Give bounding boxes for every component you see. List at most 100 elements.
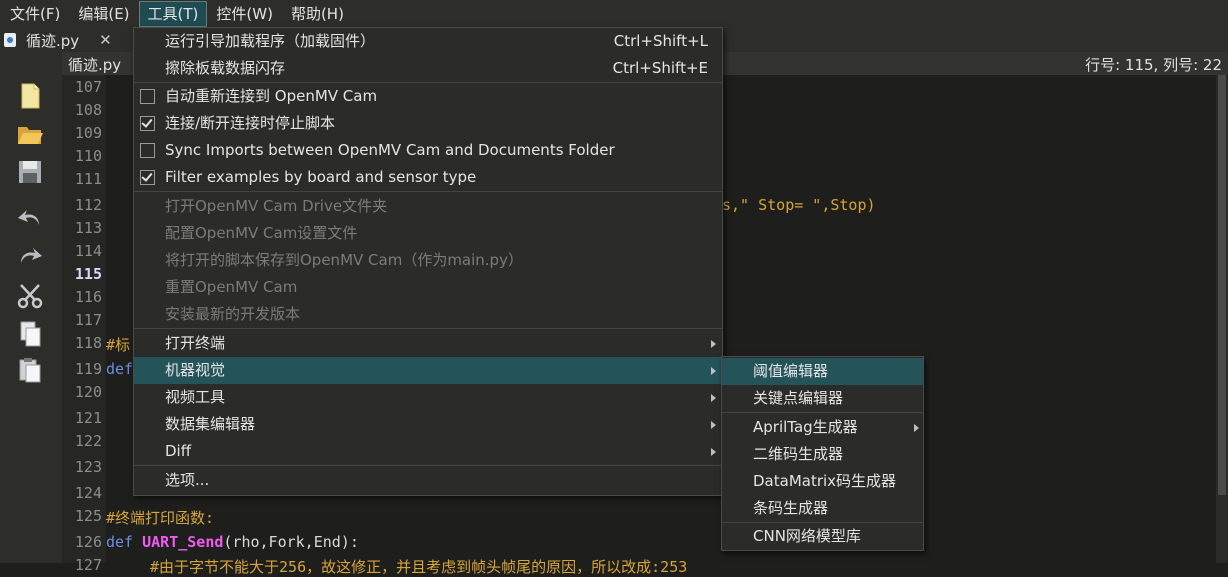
line-number: 112 [74,196,102,214]
menu-separator [134,465,722,466]
line-number: 108 [74,101,102,119]
submenu-item-apriltag-generator[interactable]: AprilTag生成器 [722,414,923,441]
menu-item-label: Diff [165,442,192,460]
line-number: 122 [74,432,102,450]
scrollbar-thumb[interactable] [1218,75,1226,495]
code-line-118: #标 [106,336,131,354]
menu-item-reset-cam: 重置OpenMV Cam [134,274,722,301]
new-file-button[interactable] [14,80,46,112]
tools-dropdown-menu: 运行引导加载程序（加载固件） Ctrl+Shift+L 擦除板载数据闪存 Ctr… [133,27,723,496]
menu-item-label: 连接/断开连接时停止脚本 [165,114,336,132]
menu-item-auto-reconnect[interactable]: 自动重新连接到 OpenMV Cam [134,83,722,110]
menu-item-label: Sync Imports between OpenMV Cam and Docu… [165,141,615,159]
menu-item-label: 阈值编辑器 [753,362,829,380]
line-number: 120 [74,383,102,401]
submenu-item-cnn-model-zoo[interactable]: CNN网络模型库 [722,523,923,550]
new-file-icon [21,83,40,109]
open-file-button[interactable] [14,118,46,150]
menu-item-filter-examples[interactable]: Filter examples by board and sensor type [134,164,722,191]
menu-item-erase-flash[interactable]: 擦除板载数据闪存 Ctrl+Shift+E [134,55,722,82]
menu-item-open-terminal[interactable]: 打开终端 [134,330,722,357]
menu-item-label: 安装最新的开发版本 [165,305,301,323]
cut-button[interactable] [14,280,46,312]
menu-item-video-tools[interactable]: 视频工具 [134,384,722,411]
code-line-119: def [106,360,134,378]
menu-tools[interactable]: 工具(T) [138,1,208,27]
menu-item-machine-vision[interactable]: 机器视觉 [134,357,722,384]
checkbox-checked[interactable] [140,170,155,185]
line-number-gutter: 107 108 109 110 111 112 113 114 115 116 … [62,75,106,574]
menu-item-run-bootloader[interactable]: 运行引导加载程序（加载固件） Ctrl+Shift+L [134,28,722,55]
menu-item-label: 自动重新连接到 OpenMV Cam [165,87,378,105]
shortcut-label: Ctrl+Shift+L [613,32,708,50]
menu-item-label: AprilTag生成器 [753,418,858,436]
vertical-scrollbar[interactable] [1216,75,1228,563]
menu-item-sync-imports[interactable]: Sync Imports between OpenMV Cam and Docu… [134,137,722,164]
menu-item-label: 打开终端 [165,334,226,352]
submenu-item-qrcode-generator[interactable]: 二维码生成器 [722,441,923,468]
menu-item-label: 擦除板载数据闪存 [165,59,286,77]
scissors-icon [17,284,43,309]
menu-edit[interactable]: 编辑(E) [70,2,137,26]
menu-separator [722,412,923,413]
menu-item-label: 视频工具 [165,388,226,406]
code-line-127: #由于字节不能大于256，故这修正，并且考虑到帧头帧尾的原因，所以改成:253 [150,558,688,576]
submenu-item-datamatrix-generator[interactable]: DataMatrix码生成器 [722,468,923,495]
menu-item-options[interactable]: 选项... [134,467,722,494]
menu-item-label: CNN网络模型库 [753,527,861,545]
line-number: 118 [74,334,102,352]
checkbox[interactable] [140,89,155,104]
menu-item-stop-script-on-connect[interactable]: 连接/断开连接时停止脚本 [134,110,722,137]
line-number: 113 [74,219,102,237]
current-line-number: 115 [74,265,102,283]
checkbox[interactable] [140,143,155,158]
close-icon[interactable]: ✕ [99,31,112,49]
menu-item-label: 将打开的脚本保存到OpenMV Cam（作为main.py） [165,251,523,269]
menu-item-label: Filter examples by board and sensor type [165,168,477,186]
shortcut-label: Ctrl+Shift+E [612,59,708,77]
menu-item-label: 机器视觉 [165,361,226,379]
menu-item-diff[interactable]: Diff [134,438,722,465]
submenu-item-barcode-generator[interactable]: 条码生成器 [722,495,923,522]
undo-icon [18,210,39,225]
menu-item-open-drive-folder: 打开OpenMV Cam Drive文件夹 [134,193,722,220]
left-toolbar [0,52,62,563]
menu-item-label: 重置OpenMV Cam [165,278,298,296]
menu-item-label: 关键点编辑器 [753,389,844,407]
cursor-position: 行号: 115, 列号: 22 [1085,56,1222,74]
redo-icon [21,248,42,263]
menu-item-label: DataMatrix码生成器 [753,472,897,490]
undo-button[interactable] [14,202,46,234]
editor-file-name: 循迹.py [68,56,122,74]
function-params: (rho,Fork,End): [223,533,359,551]
menubar: 文件(F) 编辑(E) 工具(T) 控件(W) 帮助(H) [0,0,1228,28]
submenu-item-keypoints-editor[interactable]: 关键点编辑器 [722,385,923,412]
paste-button[interactable] [14,354,46,386]
submenu-item-threshold-editor[interactable]: 阈值编辑器 [722,358,923,385]
copy-button[interactable] [14,318,46,350]
python-file-icon [4,33,16,47]
menu-item-configure-settings: 配置OpenMV Cam设置文件 [134,220,722,247]
checkbox-checked[interactable] [140,116,155,131]
machine-vision-submenu: 阈值编辑器 关键点编辑器 AprilTag生成器 二维码生成器 DataMatr… [721,356,924,551]
code-line-112: s," Stop= ",Stop) [722,196,876,214]
menu-widgets[interactable]: 控件(W) [208,2,281,26]
line-number: 124 [74,484,102,502]
file-tab-label: 循迹.py [26,31,80,50]
line-number: 117 [74,311,102,329]
line-number: 111 [74,170,102,188]
menu-item-dataset-editor[interactable]: 数据集编辑器 [134,411,722,438]
file-tab[interactable]: 循迹.py ✕ [4,28,112,52]
menu-item-label: 打开OpenMV Cam Drive文件夹 [165,197,388,215]
menu-help[interactable]: 帮助(H) [283,2,352,26]
menu-item-label: 运行引导加载程序（加载固件） [165,32,376,50]
menu-item-install-dev: 安装最新的开发版本 [134,301,722,328]
save-button[interactable] [14,156,46,188]
line-number: 126 [74,533,102,551]
menu-file[interactable]: 文件(F) [2,2,68,26]
menu-item-save-to-cam: 将打开的脚本保存到OpenMV Cam（作为main.py） [134,247,722,274]
submenu-arrow-icon [914,424,919,432]
code-line-126: def UART_Send(rho,Fork,End): [106,533,359,551]
redo-button[interactable] [14,240,46,272]
menu-item-label: 配置OpenMV Cam设置文件 [165,224,358,242]
